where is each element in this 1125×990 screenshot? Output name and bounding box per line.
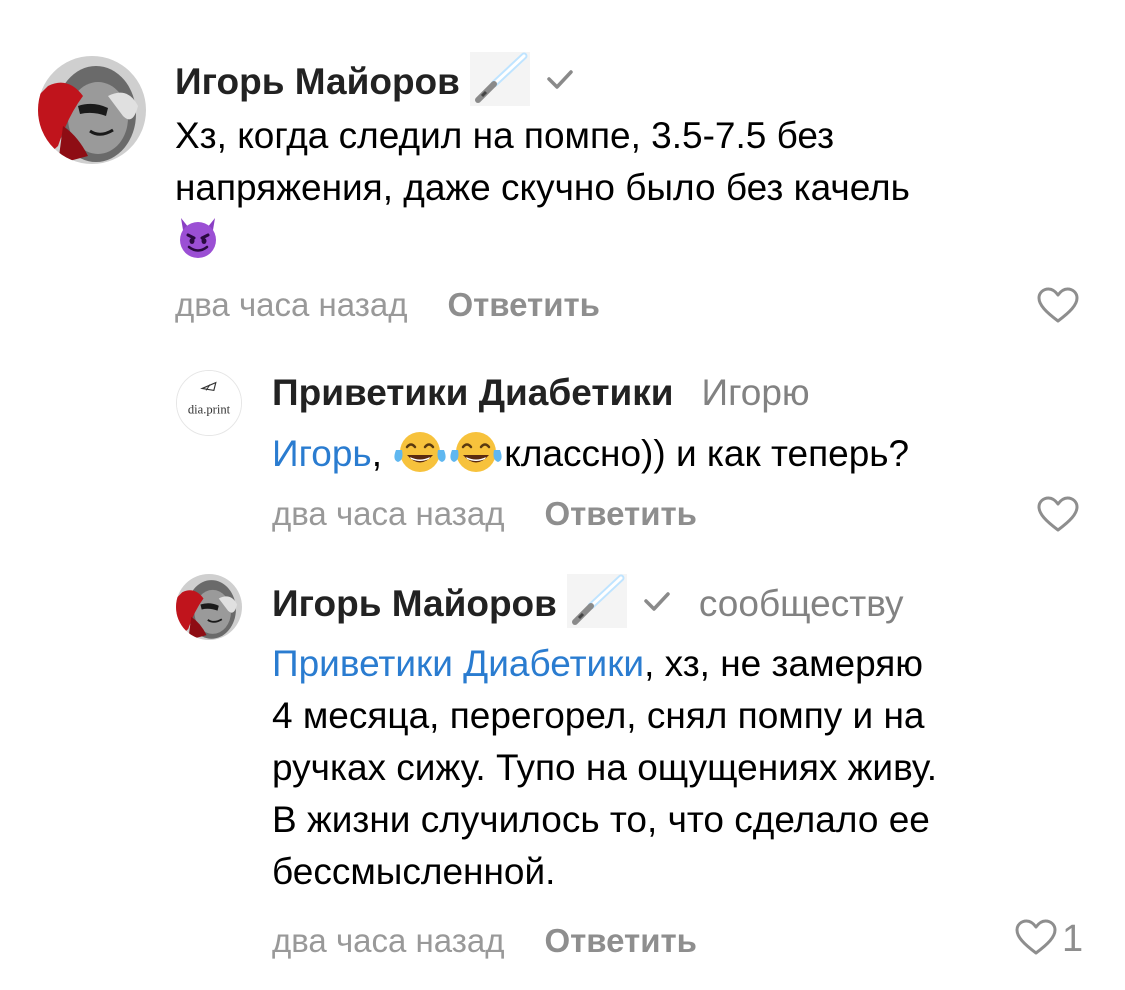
verified-check-icon <box>643 590 671 617</box>
author-name[interactable]: Игорь Майоров <box>272 583 557 625</box>
tears-of-joy-emoji <box>448 428 504 488</box>
heart-outline-icon <box>1014 918 1058 961</box>
reply-to-label[interactable]: Игорю <box>701 372 809 414</box>
mention-link[interactable]: Игорь <box>272 433 372 474</box>
reply-button[interactable]: Ответить <box>544 495 697 533</box>
timestamp: два часа назад <box>175 286 408 323</box>
avatar-logo-text: dia.print <box>188 403 231 417</box>
reply-button[interactable]: Ответить <box>544 922 697 960</box>
timestamp: два часа назад <box>272 495 505 532</box>
text-fragment: , <box>371 433 393 474</box>
heart-outline-icon <box>1036 495 1080 538</box>
text-fragment: , хз, не замеряю <box>644 643 924 684</box>
like-button[interactable] <box>1036 495 1080 538</box>
tears-of-joy-emoji <box>392 428 448 488</box>
reply-button[interactable]: Ответить <box>447 286 600 324</box>
author-name[interactable]: Приветики Диабетики <box>272 372 673 414</box>
text-line: напряжения, даже скучно было без качель <box>175 167 910 208</box>
lightsaber-icon <box>469 52 530 111</box>
text-line: Хз, когда следил на помпе, 3.5-7.5 без <box>175 115 835 156</box>
verified-check-icon <box>546 68 574 95</box>
like-button[interactable]: 1 <box>1014 918 1083 961</box>
mention-link[interactable]: Приветики Диабетики <box>272 643 644 684</box>
text-line: бессмысленной. <box>272 851 556 892</box>
avatar[interactable]: dia.print <box>176 370 242 436</box>
comment-text: Хз, когда следил на помпе, 3.5-7.5 без н… <box>175 110 1075 274</box>
reply-to-label[interactable]: сообществу <box>699 583 904 625</box>
like-button[interactable] <box>1036 286 1080 329</box>
text-line: В жизни случилось то, что сделало ее <box>272 799 930 840</box>
text-line: 4 месяца, перегорел, снял помпу и на <box>272 695 925 736</box>
text-line: ручках сижу. Тупо на ощущениях живу. <box>272 747 937 788</box>
lightsaber-icon <box>566 574 627 633</box>
comment-text: Приветики Диабетики, хз, не замеряю 4 ме… <box>272 638 1102 898</box>
avatar[interactable] <box>38 56 146 164</box>
comment-text: Игорь, классно)) и как теперь? <box>272 428 1102 488</box>
timestamp: два часа назад <box>272 922 505 959</box>
avatar[interactable] <box>176 574 242 640</box>
text-fragment: классно)) и как теперь? <box>504 433 910 474</box>
heart-outline-icon <box>1036 286 1080 329</box>
like-count: 1 <box>1062 918 1084 960</box>
smiling-devil-emoji <box>175 214 221 274</box>
author-name[interactable]: Игорь Майоров <box>175 61 460 103</box>
